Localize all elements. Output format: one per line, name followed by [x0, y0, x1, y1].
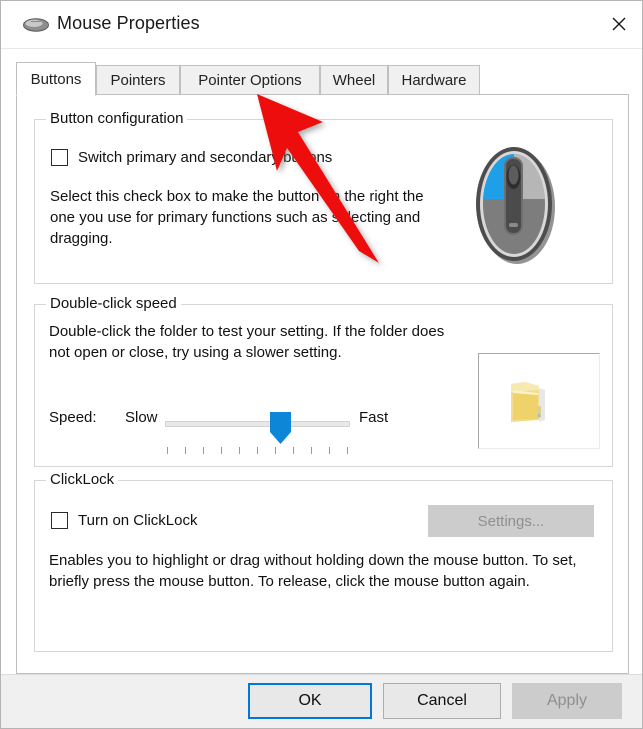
titlebar: Mouse Properties	[1, 1, 642, 49]
slider-track[interactable]	[165, 421, 350, 427]
group-title-double-click-speed: Double-click speed	[46, 295, 181, 312]
turn-on-clicklock-checkbox-row[interactable]: Turn on ClickLock	[51, 512, 198, 529]
tab-buttons[interactable]: Buttons	[16, 62, 96, 96]
slider-tick-marks	[167, 447, 348, 455]
settings-button-label: Settings...	[477, 512, 545, 530]
turn-on-clicklock-label: Turn on ClickLock	[78, 512, 198, 529]
ok-button-label: OK	[298, 692, 322, 709]
cancel-button-label: Cancel	[417, 692, 467, 709]
group-title-click-lock: ClickLock	[46, 471, 119, 488]
window-title: Mouse Properties	[57, 13, 200, 33]
double-click-test-area[interactable]	[478, 353, 600, 449]
slider-thumb[interactable]	[270, 412, 291, 444]
tab-label: Pointers	[110, 72, 166, 89]
tab-label: Wheel	[332, 72, 376, 89]
apply-button-label: Apply	[546, 692, 588, 709]
tab-wheel[interactable]: Wheel	[320, 65, 388, 95]
dialog-footer: OK Cancel Apply	[1, 674, 642, 728]
mouse-icon	[23, 18, 49, 32]
group-title-button-configuration: Button configuration	[46, 110, 188, 127]
switch-buttons-checkbox-row[interactable]: Switch primary and secondary buttons	[51, 149, 332, 166]
ok-button[interactable]: OK	[248, 683, 372, 719]
double-click-speed-slider[interactable]	[165, 407, 350, 455]
tab-strip: Buttons Pointers Pointer Options Wheel H…	[16, 62, 629, 96]
click-lock-description: Enables you to highlight or drag without…	[49, 552, 577, 590]
speed-slow-label: Slow	[125, 409, 158, 426]
mouse-illustration-icon	[473, 141, 557, 266]
button-configuration-description: Select this check box to make the button…	[50, 188, 424, 247]
tab-pointer-options[interactable]: Pointer Options	[180, 65, 320, 95]
tab-label: Pointer Options	[198, 72, 302, 89]
speed-label: Speed:	[49, 409, 97, 426]
mouse-properties-dialog: Mouse Properties Buttons Pointers Pointe…	[0, 0, 643, 729]
switch-buttons-label: Switch primary and secondary buttons	[78, 149, 333, 166]
close-icon[interactable]	[594, 1, 642, 47]
apply-button[interactable]: Apply	[512, 683, 622, 719]
tab-pointers[interactable]: Pointers	[96, 65, 180, 95]
tab-label: Hardware	[401, 72, 467, 89]
double-click-speed-description: Double-click the folder to test your set…	[49, 323, 445, 361]
switch-buttons-checkbox[interactable]	[51, 149, 68, 166]
cancel-button[interactable]: Cancel	[383, 683, 501, 719]
tab-hardware[interactable]: Hardware	[388, 65, 480, 95]
folder-icon[interactable]	[505, 376, 557, 426]
tab-label: Buttons	[30, 70, 82, 88]
clicklock-settings-button[interactable]: Settings...	[428, 505, 594, 537]
turn-on-clicklock-checkbox[interactable]	[51, 512, 68, 529]
speed-fast-label: Fast	[359, 409, 389, 426]
